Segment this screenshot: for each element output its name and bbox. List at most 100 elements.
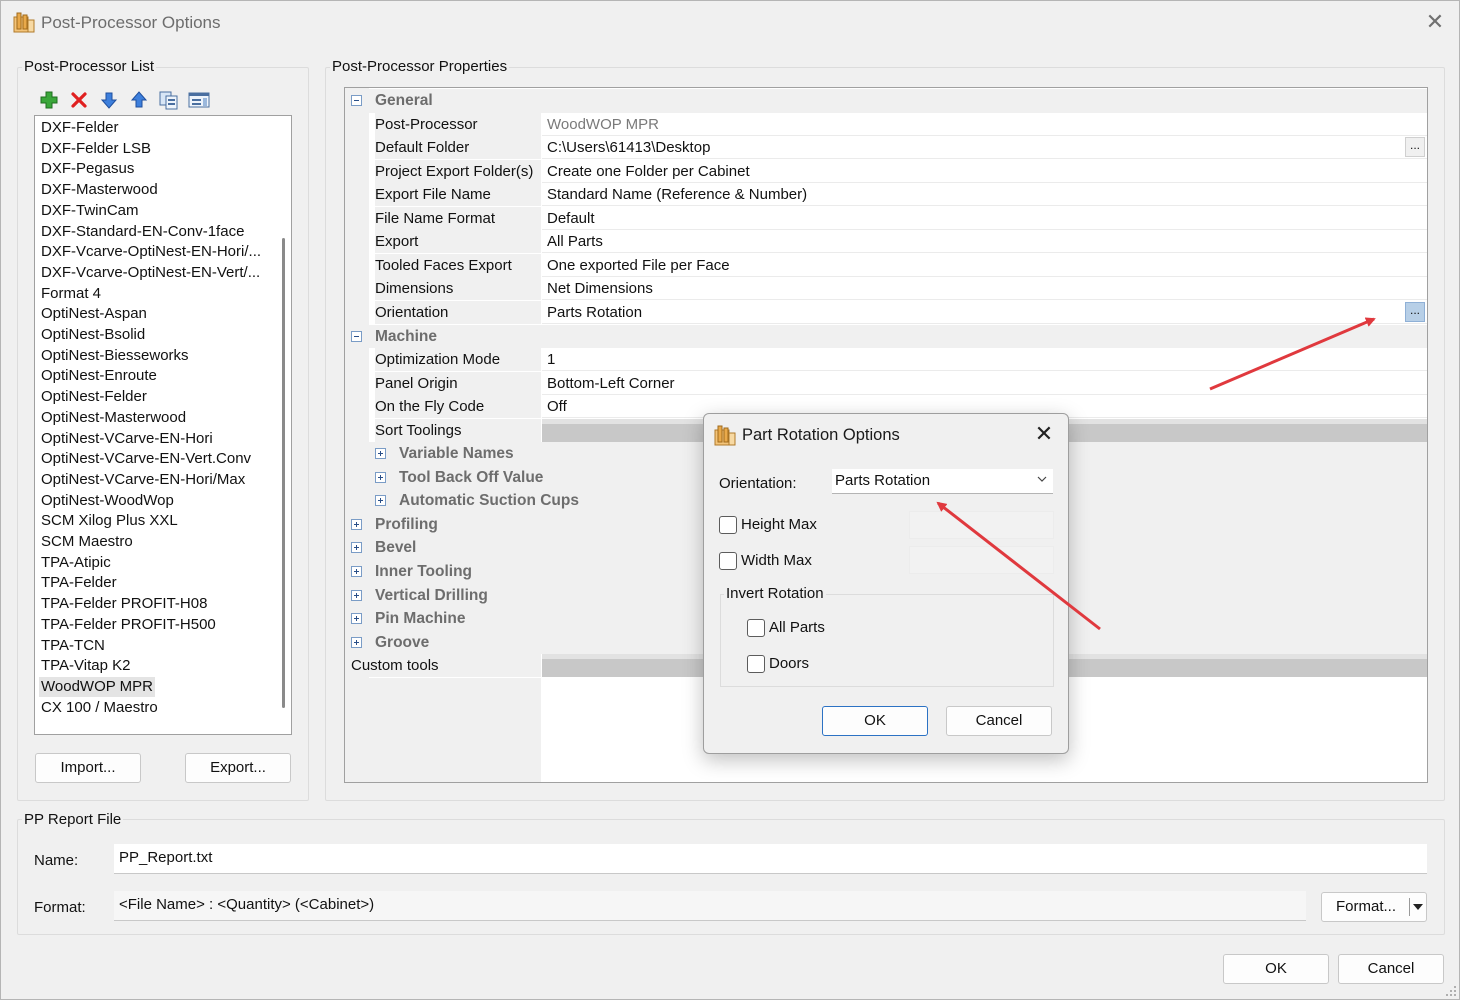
orientation-select[interactable]: Parts Rotation: [832, 469, 1053, 494]
list-item[interactable]: OptiNest-Aspan: [39, 304, 149, 324]
property-row[interactable]: Export All Parts: [345, 230, 1427, 254]
property-value[interactable]: Standard Name (Reference & Number): [542, 183, 1427, 207]
property-row[interactable]: Panel Origin Bottom-Left Corner: [345, 371, 1427, 396]
property-row[interactable]: File Name Format Default: [345, 206, 1427, 231]
cancel-button[interactable]: Cancel: [1338, 954, 1444, 984]
width-max-label[interactable]: Width Max: [741, 552, 812, 569]
list-item[interactable]: OptiNest-Felder: [39, 387, 149, 407]
doors-checkbox[interactable]: [747, 655, 765, 673]
list-item[interactable]: DXF-Standard-EN-Conv-1face: [39, 222, 246, 242]
expand-icon[interactable]: [375, 448, 386, 460]
width-max-checkbox[interactable]: [719, 552, 737, 570]
move-up-button[interactable]: [128, 89, 150, 111]
list-item[interactable]: CX 100 / Maestro: [39, 698, 160, 718]
list-item[interactable]: DXF-Felder: [39, 118, 121, 138]
add-button[interactable]: [38, 89, 60, 111]
list-item[interactable]: Format 4: [39, 284, 103, 304]
list-item[interactable]: OptiNest-Bsolid: [39, 325, 147, 345]
property-value[interactable]: 1: [542, 348, 1427, 372]
property-value[interactable]: Default: [542, 206, 1427, 230]
doors-label[interactable]: Doors: [769, 655, 809, 672]
property-row[interactable]: Dimensions Net Dimensions: [345, 277, 1427, 301]
expand-icon[interactable]: [351, 518, 362, 530]
list-item[interactable]: DXF-TwinCam: [39, 201, 141, 221]
post-processor-list[interactable]: DXF-Felder DXF-Felder LSB DXF-Pegasus DXF-M…: [34, 115, 292, 735]
list-item[interactable]: TPA-Atipic: [39, 553, 113, 573]
list-item[interactable]: DXF-Masterwood: [39, 180, 160, 200]
list-item[interactable]: DXF-Vcarve-OptiNest-EN-Hori/...: [39, 242, 263, 262]
list-item[interactable]: TPA-Felder PROFIT-H500: [39, 615, 218, 635]
list-item[interactable]: TPA-TCN: [39, 636, 107, 656]
property-value[interactable]: C:\Users\61413\Desktop: [542, 136, 1427, 160]
list-item[interactable]: TPA-Vitap K2: [39, 656, 133, 676]
list-item[interactable]: WoodWOP MPR: [39, 676, 155, 697]
property-value[interactable]: Create one Folder per Cabinet: [542, 159, 1427, 183]
expand-icon[interactable]: [351, 636, 362, 648]
expand-icon[interactable]: [351, 589, 362, 601]
property-value[interactable]: Net Dimensions: [542, 277, 1427, 301]
property-value[interactable]: Bottom-Left Corner: [542, 371, 1427, 395]
expand-icon[interactable]: [375, 495, 386, 507]
property-value[interactable]: One exported File per Face: [542, 253, 1427, 277]
resize-grip-icon[interactable]: [1445, 985, 1457, 997]
list-item[interactable]: SCM Maestro: [39, 532, 135, 552]
list-item[interactable]: DXF-Felder LSB: [39, 139, 153, 159]
dropdown-arrow-icon[interactable]: [1413, 904, 1423, 910]
property-row[interactable]: Default Folder C:\Users\61413\Desktop...: [345, 136, 1427, 160]
import-button[interactable]: Import...: [35, 753, 141, 783]
list-item[interactable]: DXF-Vcarve-OptiNest-EN-Vert/...: [39, 263, 262, 283]
export-button[interactable]: Export...: [185, 753, 291, 783]
list-item[interactable]: OptiNest-Enroute: [39, 366, 159, 386]
dialog-cancel-button[interactable]: Cancel: [946, 706, 1052, 736]
list-item[interactable]: OptiNest-Biesseworks: [39, 346, 191, 366]
property-row[interactable]: Export File Name Standard Name (Reference…: [345, 183, 1427, 207]
dialog-ok-button[interactable]: OK: [822, 706, 928, 736]
default-folder-browse-button[interactable]: ...: [1405, 137, 1425, 158]
property-row[interactable]: Post-Processor WoodWOP MPR: [345, 112, 1427, 137]
all-parts-label[interactable]: All Parts: [769, 619, 825, 636]
list-item[interactable]: OptiNest-VCarve-EN-Hori: [39, 429, 215, 449]
report-name-field[interactable]: PP_Report.txt: [114, 844, 1427, 874]
list-item[interactable]: DXF-Pegasus: [39, 159, 136, 179]
property-row[interactable]: Orientation Parts Rotation...: [345, 300, 1427, 325]
list-item[interactable]: SCM Xilog Plus XXL: [39, 511, 180, 531]
list-item[interactable]: TPA-Felder PROFIT-H08: [39, 594, 209, 614]
delete-button[interactable]: [68, 89, 90, 111]
list-item[interactable]: OptiNest-WoodWop: [39, 491, 176, 511]
expand-icon[interactable]: [351, 566, 362, 577]
list-item[interactable]: OptiNest-VCarve-EN-Vert.Conv: [39, 449, 253, 469]
property-value[interactable]: WoodWOP MPR: [542, 112, 1427, 136]
general-category-row[interactable]: General: [345, 89, 1427, 113]
height-max-checkbox[interactable]: [719, 516, 737, 534]
list-item[interactable]: OptiNest-Masterwood: [39, 408, 188, 428]
list-scroll-thumb[interactable]: [282, 238, 285, 708]
property-name: Post-Processor: [375, 112, 541, 136]
property-value[interactable]: Parts Rotation: [542, 300, 1427, 324]
machine-category-row[interactable]: Machine: [345, 324, 1427, 348]
property-value[interactable]: All Parts: [542, 230, 1427, 254]
expand-icon[interactable]: [351, 613, 362, 625]
property-row[interactable]: Optimization Mode 1: [345, 348, 1427, 372]
height-max-label[interactable]: Height Max: [741, 516, 817, 533]
collapse-icon[interactable]: [351, 330, 362, 342]
all-parts-checkbox[interactable]: [747, 619, 765, 637]
report-format-field[interactable]: <File Name> : <Quantity> (<Cabinet>): [114, 891, 1306, 921]
ok-button[interactable]: OK: [1223, 954, 1329, 984]
list-item[interactable]: OptiNest-VCarve-EN-Hori/Max: [39, 470, 247, 490]
move-down-button[interactable]: [98, 89, 120, 111]
window-close-button[interactable]: ✕: [1419, 9, 1451, 37]
property-row[interactable]: Project Export Folder(s) Create one Folde…: [345, 159, 1427, 184]
format-button-label[interactable]: Format...: [1322, 893, 1410, 921]
property-row[interactable]: Tooled Faces Export One exported File per…: [345, 253, 1427, 278]
dialog-close-button[interactable]: ✕: [1030, 420, 1058, 448]
copy-button[interactable]: [158, 89, 180, 111]
list-scrollbar[interactable]: [275, 118, 291, 732]
properties-button[interactable]: [188, 89, 210, 111]
property-name: Dimensions: [375, 277, 541, 301]
expand-icon[interactable]: [375, 471, 386, 483]
orientation-options-button[interactable]: ...: [1405, 301, 1425, 322]
expand-icon[interactable]: [351, 542, 362, 554]
collapse-icon[interactable]: [351, 95, 362, 106]
list-item[interactable]: TPA-Felder: [39, 573, 119, 593]
format-split-button[interactable]: Format...: [1321, 892, 1427, 922]
